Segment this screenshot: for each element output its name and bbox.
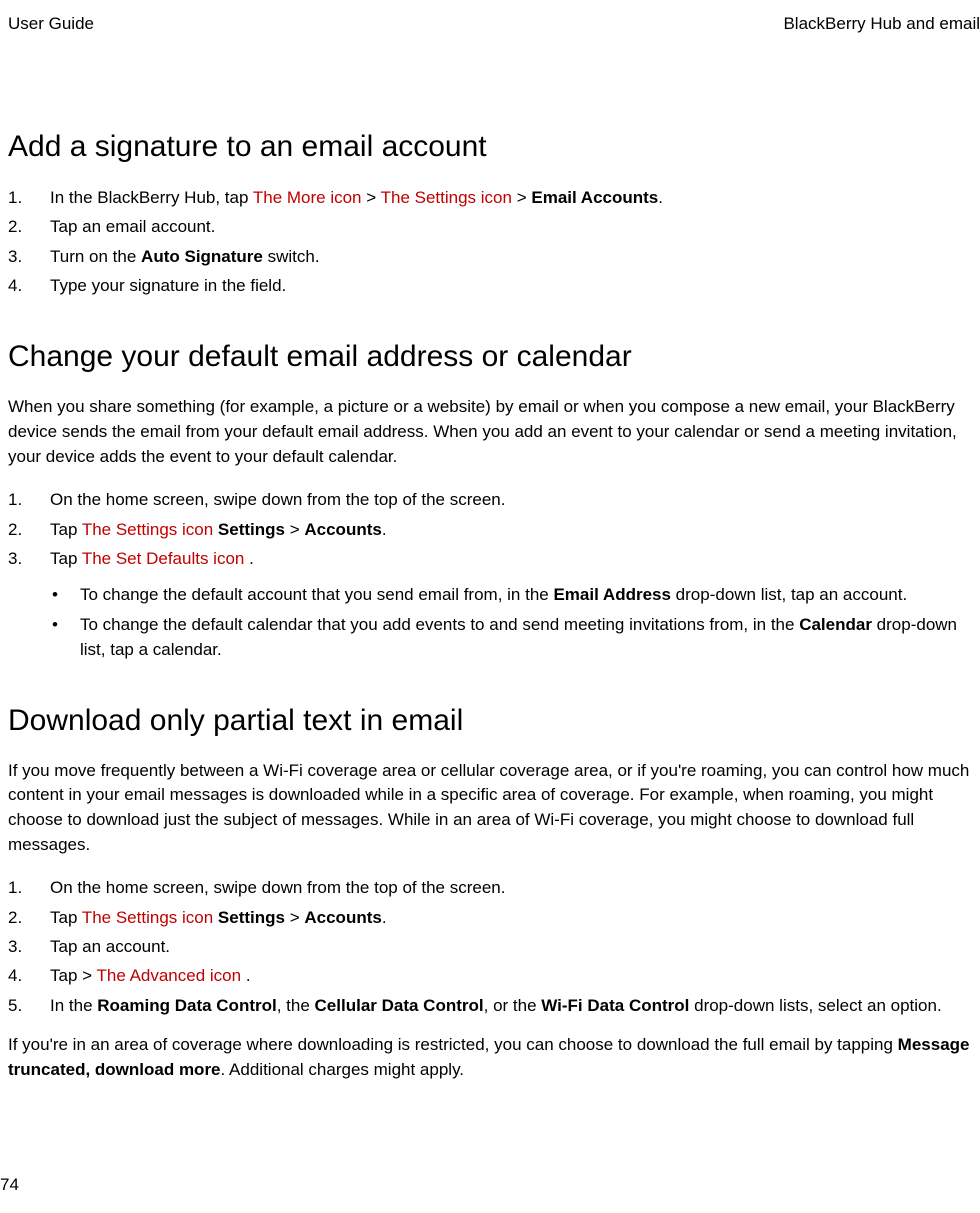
step-item: Turn on the Auto Signature switch. xyxy=(8,244,972,270)
step-text: switch. xyxy=(263,247,320,266)
page-header: User Guide BlackBerry Hub and email xyxy=(0,0,980,34)
settings-icon: The Settings icon xyxy=(381,188,512,207)
step-item: On the home screen, swipe down from the … xyxy=(8,875,972,901)
section-change-default: Change your default email address or cal… xyxy=(8,339,972,662)
list-bold: Calendar xyxy=(799,615,872,634)
step-text: > xyxy=(366,188,380,207)
header-right: BlackBerry Hub and email xyxy=(783,14,980,34)
bullet-list-change-default: To change the default account that you s… xyxy=(8,582,972,663)
steps-download-partial: On the home screen, swipe down from the … xyxy=(8,875,972,1019)
step-text: . xyxy=(249,549,254,568)
step-text: > xyxy=(517,188,532,207)
step-text: . xyxy=(246,966,251,985)
step-item: Tap The Settings icon Settings > Account… xyxy=(8,517,972,543)
step-bold: Roaming Data Control xyxy=(97,996,276,1015)
step-bold: Auto Signature xyxy=(141,247,263,266)
step-item: Tap The Set Defaults icon . xyxy=(8,546,972,572)
step-text: > xyxy=(290,908,305,927)
section-download-partial: Download only partial text in email If y… xyxy=(8,703,972,1083)
step-item: Tap an email account. xyxy=(8,214,972,240)
list-text: drop-down list, tap an account. xyxy=(671,585,907,604)
step-bold: Settings xyxy=(218,520,285,539)
step-text: Tap xyxy=(50,520,82,539)
steps-change-default: On the home screen, swipe down from the … xyxy=(8,487,972,572)
list-text: To change the default calendar that you … xyxy=(80,615,799,634)
post-text: If you're in an area of coverage where d… xyxy=(8,1033,972,1082)
step-text: Tap > xyxy=(50,966,96,985)
heading-download-partial: Download only partial text in email xyxy=(8,703,972,739)
step-text: . xyxy=(658,188,663,207)
set-defaults-icon: The Set Defaults icon xyxy=(82,549,245,568)
step-text: , the xyxy=(277,996,315,1015)
more-icon: The More icon xyxy=(253,188,362,207)
step-item: Tap an account. xyxy=(8,934,972,960)
step-bold: Email Accounts xyxy=(531,188,658,207)
step-text: drop-down lists, select an option. xyxy=(689,996,941,1015)
settings-icon: The Settings icon xyxy=(82,908,213,927)
settings-icon: The Settings icon xyxy=(82,520,213,539)
step-item: On the home screen, swipe down from the … xyxy=(8,487,972,513)
step-item: In the Roaming Data Control, the Cellula… xyxy=(8,993,972,1019)
section-add-signature: Add a signature to an email account In t… xyxy=(8,129,972,299)
advanced-icon: The Advanced icon xyxy=(96,966,241,985)
heading-change-default: Change your default email address or cal… xyxy=(8,339,972,375)
page-content: Add a signature to an email account In t… xyxy=(0,34,980,1082)
intro-text: If you move frequently between a Wi-Fi c… xyxy=(8,759,972,858)
page-number: 74 xyxy=(0,1175,19,1195)
step-text: In the xyxy=(50,996,97,1015)
post-segment: If you're in an area of coverage where d… xyxy=(8,1035,898,1054)
step-item: Type your signature in the field. xyxy=(8,273,972,299)
step-text: Turn on the xyxy=(50,247,141,266)
step-text: > xyxy=(290,520,305,539)
steps-add-signature: In the BlackBerry Hub, tap The More icon… xyxy=(8,185,972,299)
step-text: Tap xyxy=(50,549,82,568)
step-item: In the BlackBerry Hub, tap The More icon… xyxy=(8,185,972,211)
step-bold: Settings xyxy=(218,908,285,927)
step-bold: Cellular Data Control xyxy=(315,996,484,1015)
step-item: Tap > The Advanced icon . xyxy=(8,963,972,989)
step-text: Tap xyxy=(50,908,82,927)
heading-add-signature: Add a signature to an email account xyxy=(8,129,972,165)
list-text: To change the default account that you s… xyxy=(80,585,553,604)
intro-text: When you share something (for example, a… xyxy=(8,395,972,469)
post-segment: . Additional charges might apply. xyxy=(221,1060,465,1079)
step-bold: Accounts xyxy=(304,908,381,927)
step-text: . xyxy=(382,520,387,539)
step-text: In the BlackBerry Hub, tap xyxy=(50,188,253,207)
header-left: User Guide xyxy=(8,14,94,34)
step-bold: Accounts xyxy=(304,520,381,539)
step-text: , or the xyxy=(484,996,542,1015)
step-text: . xyxy=(382,908,387,927)
step-bold: Wi-Fi Data Control xyxy=(541,996,689,1015)
step-item: Tap The Settings icon Settings > Account… xyxy=(8,905,972,931)
list-bold: Email Address xyxy=(553,585,670,604)
list-item: To change the default account that you s… xyxy=(8,582,972,608)
list-item: To change the default calendar that you … xyxy=(8,612,972,663)
